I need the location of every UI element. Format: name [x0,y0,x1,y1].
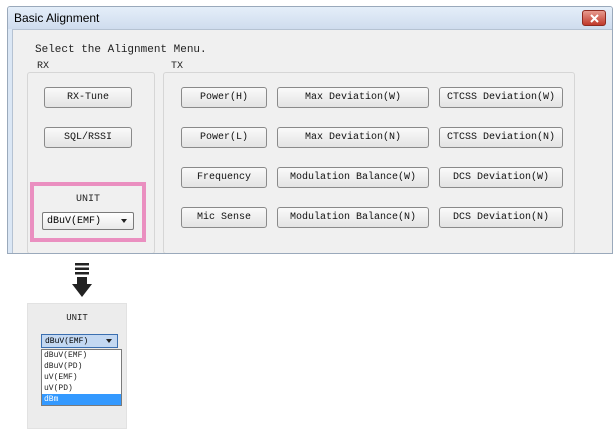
mic-sense-button[interactable]: Mic Sense [181,207,267,228]
max-deviation-w-button[interactable]: Max Deviation(W) [277,87,429,108]
close-icon [589,13,599,23]
unit-option-dbm[interactable]: dBm [42,394,121,405]
unit-option-uv-emf[interactable]: uV(EMF) [42,372,121,383]
ctcss-deviation-w-button[interactable]: CTCSS Deviation(W) [439,87,563,108]
unit-dropdown-list: dBuV(EMF) dBuV(PD) uV(EMF) uV(PD) dBm [41,349,122,406]
unit-label-zoom: UNIT [66,313,88,323]
tx-group-label: TX [171,61,184,72]
unit-select-value: dBuV(EMF) [47,215,102,227]
frequency-button[interactable]: Frequency [181,167,267,188]
close-button[interactable] [582,10,606,26]
window-title: Basic Alignment [14,11,100,25]
unit-select-zoom[interactable]: dBuV(EMF) [41,334,118,348]
chevron-down-icon [121,219,127,223]
unit-select-zoom-value: dBuV(EMF) [45,336,89,346]
unit-option-dbuv-emf[interactable]: dBuV(EMF) [42,350,121,361]
modulation-balance-w-button[interactable]: Modulation Balance(W) [277,167,429,188]
unit-option-uv-pd[interactable]: uV(PD) [42,383,121,394]
modulation-balance-n-button[interactable]: Modulation Balance(N) [277,207,429,228]
arrow-down-icon [72,263,92,297]
ctcss-deviation-n-button[interactable]: CTCSS Deviation(N) [439,127,563,148]
dcs-deviation-n-button[interactable]: DCS Deviation(N) [439,207,563,228]
chevron-down-icon [106,339,112,343]
max-deviation-n-button[interactable]: Max Deviation(N) [277,127,429,148]
unit-option-dbuv-pd[interactable]: dBuV(PD) [42,361,121,372]
power-l-button[interactable]: Power(L) [181,127,267,148]
unit-highlight-frame: UNIT dBuV(EMF) [30,182,146,242]
dialog-body: Select the Alignment Menu. RX RX-Tune SQ… [12,29,612,253]
dcs-deviation-w-button[interactable]: DCS Deviation(W) [439,167,563,188]
basic-alignment-window: Basic Alignment Select the Alignment Men… [7,6,613,254]
unit-label: UNIT [75,194,100,205]
sql-rssi-button[interactable]: SQL/RSSI [44,127,132,148]
prompt-text: Select the Alignment Menu. [35,44,207,56]
unit-select[interactable]: dBuV(EMF) [42,212,134,230]
rx-tune-button[interactable]: RX-Tune [44,87,132,108]
title-bar: Basic Alignment [8,7,612,29]
rx-group-label: RX [37,61,50,72]
unit-dropdown-zoom: UNIT dBuV(EMF) dBuV(EMF) dBuV(PD) uV(EMF… [27,303,127,429]
power-h-button[interactable]: Power(H) [181,87,267,108]
